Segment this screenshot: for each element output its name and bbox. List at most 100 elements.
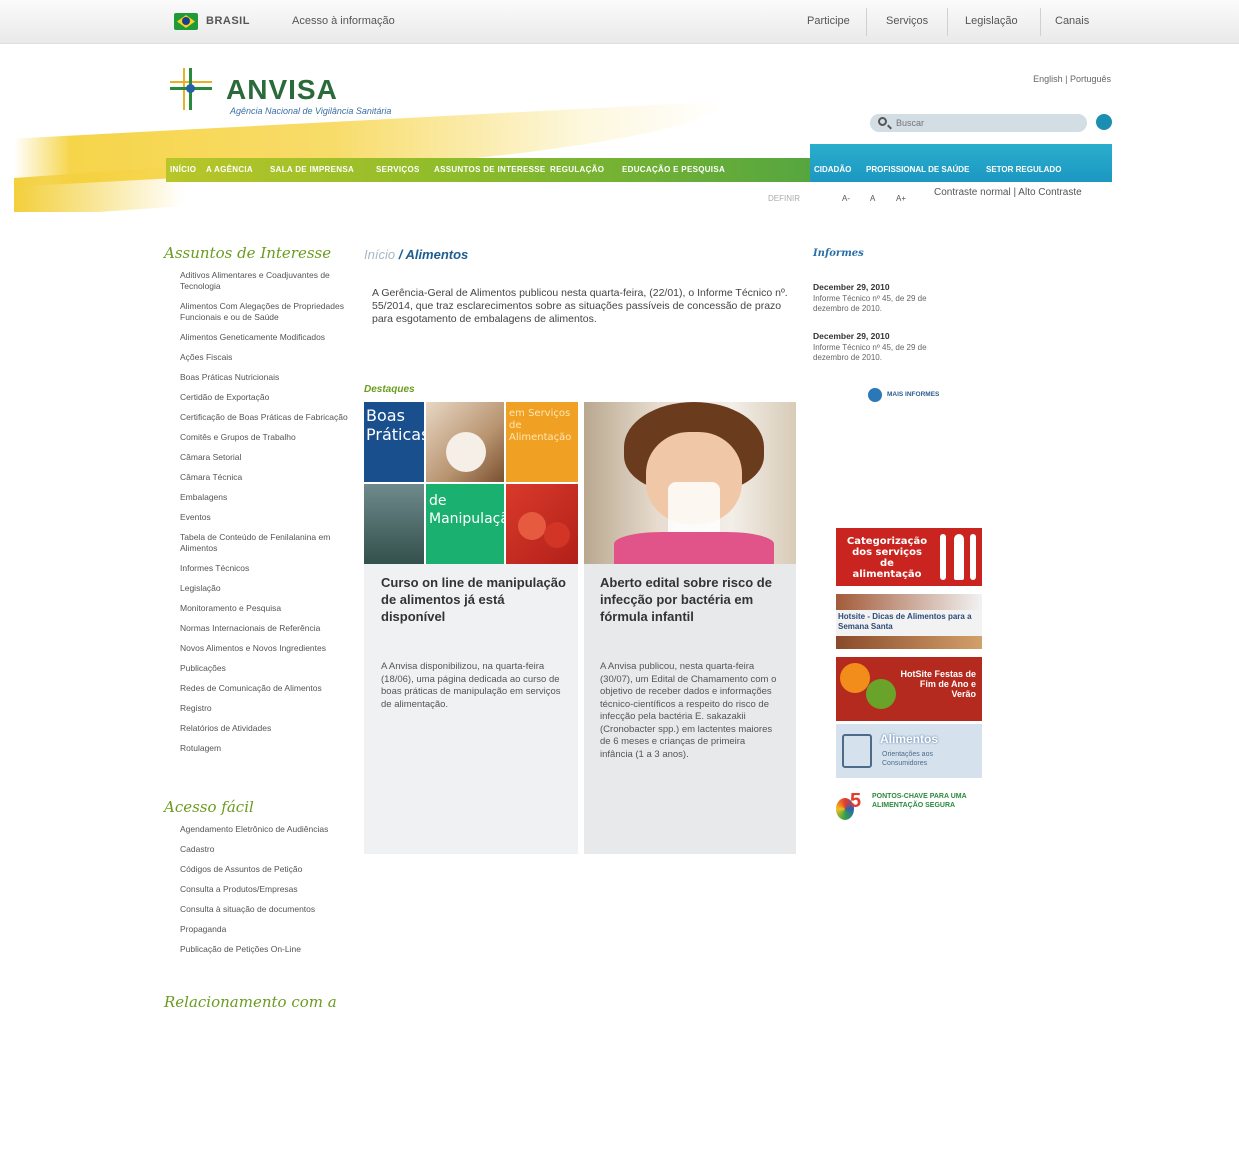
sidebar-link[interactable]: Câmara Técnica — [180, 472, 348, 483]
banner-alimentos-consumidores[interactable]: Alimentos Orientações aos Consumidores — [836, 724, 982, 778]
sidebar-link[interactable]: Embalagens — [180, 492, 348, 503]
nav-assuntos[interactable]: ASSUNTOS DE INTERESSE — [434, 165, 546, 174]
banner-categorizacao[interactable]: Categorização dos serviços de alimentaçã… — [836, 528, 982, 586]
sidebar-link[interactable]: Cadastro — [180, 844, 348, 855]
acesso-informacao-link[interactable]: Acesso à informação — [292, 15, 395, 27]
search-input[interactable] — [896, 116, 1076, 130]
plus-icon — [868, 388, 882, 402]
language-links[interactable]: English | Português — [1033, 74, 1111, 84]
anvisa-logo-icon[interactable] — [170, 68, 212, 110]
left-sidebar: Assuntos de Interesse Aditivos Alimentar… — [164, 244, 348, 1019]
sidebar-link[interactable]: Consulta à situação de documentos — [180, 904, 348, 915]
divider — [866, 8, 867, 36]
card-1-title[interactable]: Curso on line de manipulação de alimento… — [381, 574, 571, 625]
divider — [1040, 8, 1041, 36]
nav-setor-regulado[interactable]: SETOR REGULADO — [986, 165, 1061, 174]
site-logo-text[interactable]: ANVISA — [226, 74, 338, 106]
sidebar-link[interactable]: Relatórios de Atividades — [180, 723, 348, 734]
sidebar-link[interactable]: Legislação — [180, 583, 348, 594]
orange-image — [840, 663, 870, 693]
informe-text[interactable]: Informe Técnico nº 45, de 29 de dezembro… — [813, 343, 943, 363]
font-normal-button[interactable]: A — [870, 194, 875, 203]
card-2-text: A Anvisa publicou, nesta quarta-feira (3… — [600, 661, 777, 760]
informes-title: Informes — [813, 248, 864, 259]
breadcrumb-separator: / — [395, 247, 406, 262]
canais-link[interactable]: Canais — [1055, 15, 1089, 27]
boas-praticas-tile[interactable]: Boas Práticas — [364, 402, 424, 482]
sidebar-link[interactable]: Alimentos Com Alegações de Propriedades … — [180, 301, 348, 323]
informe-date[interactable]: December 29, 2010 — [813, 282, 890, 292]
font-decrease-button[interactable]: A- — [842, 194, 850, 203]
search-submit-button[interactable] — [1096, 114, 1112, 130]
banner-5-text: PONTOS-CHAVE PARA UMA ALIMENTAÇÃO SEGURA — [872, 793, 967, 809]
audience-nav: CIDADÃO PROFISSIONAL DE SAÚDE SETOR REGU… — [810, 144, 1112, 182]
fork-icon — [940, 534, 946, 580]
sidebar-link[interactable]: Códigos de Assuntos de Petição — [180, 864, 348, 875]
font-increase-button[interactable]: A+ — [896, 194, 906, 203]
participe-link[interactable]: Participe — [807, 15, 850, 27]
sidebar-link[interactable]: Câmara Setorial — [180, 452, 348, 463]
nav-agencia[interactable]: A AGÊNCIA — [206, 165, 253, 174]
sidebar-link[interactable]: Rotulagem — [180, 743, 348, 754]
banner-festas[interactable]: HotSite Festas de Fim de Ano e Verão — [836, 657, 982, 721]
sidebar-link[interactable]: Tabela de Conteúdo de Fenilalanina em Al… — [180, 532, 348, 554]
sidebar-link[interactable]: Normas Internacionais de Referência — [180, 623, 348, 634]
search-box — [870, 114, 1087, 132]
acesso-facil-title: Acesso fácil — [164, 798, 254, 816]
sidebar-link[interactable]: Monitoramento e Pesquisa — [180, 603, 348, 614]
banner-5-pontos[interactable]: 5 PONTOS-CHAVE PARA UMA ALIMENTAÇÃO SEGU… — [836, 786, 982, 828]
nav-inicio[interactable]: INÍCIO — [170, 165, 196, 174]
nav-regulacao[interactable]: REGULAÇÃO — [550, 165, 604, 174]
sidebar-link[interactable]: Publicação de Petições On-Line — [180, 944, 348, 955]
banner-semana-santa[interactable]: Hotsite - Dicas de Alimentos para a Sema… — [836, 594, 982, 649]
sidebar-link[interactable]: Eventos — [180, 512, 348, 523]
intro-text[interactable]: A Gerência-Geral de Alimentos publicou n… — [372, 287, 797, 326]
servicos-link[interactable]: Serviços — [886, 15, 928, 27]
font-size-label: DEFINIR — [768, 194, 800, 203]
nav-educacao[interactable]: EDUCAÇÃO E PESQUISA — [622, 165, 725, 174]
sidebar-link[interactable]: Certidão de Exportação — [180, 392, 348, 403]
knife-icon — [970, 534, 976, 580]
sidebar-link[interactable]: Publicações — [180, 663, 348, 674]
sidebar-link[interactable]: Agendamento Eletrônico de Audiências — [180, 824, 348, 835]
child-photo[interactable] — [584, 402, 796, 564]
news-card-2[interactable]: Aberto edital sobre risco de infecção po… — [584, 564, 796, 854]
fish-image — [836, 594, 982, 610]
sidebar-link[interactable]: Aditivos Alimentares e Coadjuvantes de T… — [180, 270, 348, 292]
banner-3-text: HotSite Festas de Fim de Ano e Verão — [900, 669, 976, 699]
bowl-image — [446, 432, 486, 472]
card-2-title[interactable]: Aberto edital sobre risco de infecção po… — [600, 574, 790, 625]
sidebar-link[interactable]: Comitês e Grupos de Trabalho — [180, 432, 348, 443]
tomato-image — [518, 512, 546, 540]
news-card-1[interactable]: Curso on line de manipulação de alimento… — [364, 564, 578, 854]
manipulacao-tile[interactable]: de Manipulação — [426, 484, 504, 564]
divider — [947, 8, 948, 36]
banner-2-text: Hotsite - Dicas de Alimentos para a Sema… — [838, 612, 972, 631]
nav-sala-imprensa[interactable]: SALA DE IMPRENSA — [270, 165, 354, 174]
apple-image — [866, 679, 896, 709]
brazil-flag-icon[interactable] — [174, 13, 198, 30]
nav-profissional-saude[interactable]: PROFISSIONAL DE SAÚDE — [866, 165, 969, 174]
sidebar-link[interactable]: Certificação de Boas Práticas de Fabrica… — [180, 412, 348, 423]
sidebar-link[interactable]: Ações Fiscais — [180, 352, 348, 363]
nav-cidadao[interactable]: CIDADÃO — [814, 165, 851, 174]
sidebar-link[interactable]: Registro — [180, 703, 348, 714]
sidebar-link[interactable]: Novos Alimentos e Novos Ingredientes — [180, 643, 348, 654]
food-strip-image — [836, 636, 982, 649]
legislacao-link[interactable]: Legislação — [965, 15, 1018, 27]
servicos-tile[interactable]: em Serviços de Alimentação — [506, 402, 578, 482]
brasil-link[interactable]: BRASIL — [206, 15, 250, 27]
gov-bar: BRASIL Acesso à informação Participe Ser… — [0, 0, 1239, 44]
informe-date[interactable]: December 29, 2010 — [813, 331, 890, 341]
sidebar-link[interactable]: Consulta a Produtos/Empresas — [180, 884, 348, 895]
sidebar-link[interactable]: Redes de Comunicação de Alimentos — [180, 683, 348, 694]
sidebar-link[interactable]: Alimentos Geneticamente Modificados — [180, 332, 348, 343]
sidebar-link[interactable]: Propaganda — [180, 924, 348, 935]
nav-servicos[interactable]: SERVIÇOS — [376, 165, 420, 174]
sidebar-link[interactable]: Boas Práticas Nutricionais — [180, 372, 348, 383]
breadcrumb-home[interactable]: Início — [364, 247, 395, 262]
sidebar-link[interactable]: Informes Técnicos — [180, 563, 348, 574]
informe-text[interactable]: Informe Técnico nº 45, de 29 de dezembro… — [813, 294, 943, 314]
site-subtitle: Agência Nacional de Vigilância Sanitária — [230, 106, 392, 116]
contrast-links[interactable]: Contraste normal | Alto Contraste — [934, 187, 1082, 198]
